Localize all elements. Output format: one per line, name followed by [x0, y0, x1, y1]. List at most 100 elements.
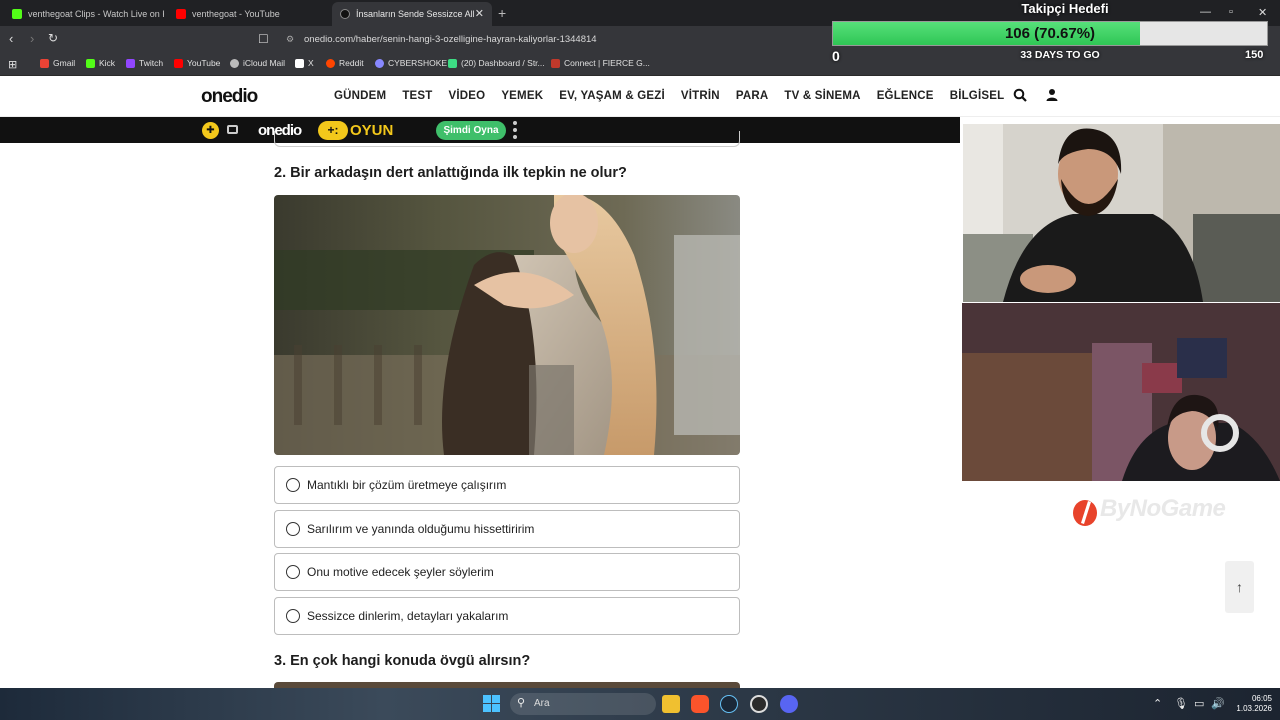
menu-item-para[interactable]: PARA [736, 90, 769, 102]
hugging-friends-photo [274, 195, 740, 455]
menu-item-test[interactable]: TEST [402, 90, 432, 102]
show-hidden-icons[interactable]: ⌃ [1153, 697, 1162, 710]
bookmark-gmail[interactable]: Gmail [40, 58, 75, 68]
console-icon [227, 125, 238, 134]
apps-grid-icon[interactable]: ⊞ [8, 58, 17, 71]
search-icon: ⚲ [517, 697, 526, 709]
previous-option-box[interactable] [274, 131, 740, 147]
menu-item-eglence[interactable]: EĞLENCE [877, 90, 934, 102]
bookmark-label: CYBERSHOKE [388, 58, 448, 68]
discord-icon[interactable] [780, 695, 798, 713]
menu-item-gundem[interactable]: GÜNDEM [334, 90, 386, 102]
new-tab-button[interactable]: + [498, 5, 506, 21]
kick-icon [12, 9, 22, 19]
guest-webcam-image [962, 303, 1280, 481]
brave-browser-icon[interactable] [691, 695, 709, 713]
back-icon[interactable]: ‹ [9, 31, 13, 46]
steam-icon[interactable] [720, 695, 738, 713]
question-2-image [274, 195, 740, 455]
microphone-icon[interactable]: 🎙 [1174, 697, 1188, 710]
url-input[interactable]: ⚙ onedio.com/haber/senin-hangi-3-ozellig… [280, 30, 825, 49]
goal-value: 106 (70.67%) [1004, 25, 1096, 42]
question-2-title: 2. Bir arkadaşın dert anlattığında ilk t… [274, 165, 627, 181]
tab-youtube[interactable]: venthegoat - YouTube [168, 2, 328, 26]
answer-option-4[interactable]: Sessizce dinlerim, detayları yakalarım [274, 597, 740, 635]
answer-option-3[interactable]: Onu motive edecek şeyler söylerim [274, 553, 740, 591]
bookmark-kick[interactable]: Kick [86, 58, 115, 68]
bynogame-watermark: ByNoGame [1100, 495, 1226, 522]
menu-item-yemek[interactable]: YEMEK [501, 90, 543, 102]
question-3-title: 3. En çok hangi konuda övgü alırsın? [274, 653, 531, 669]
bookmark-label: Twitch [139, 58, 164, 68]
menu-item-tv-sinema[interactable]: TV & SİNEMA [784, 90, 860, 102]
bookmark-x[interactable]: X [295, 58, 314, 68]
volume-icon[interactable]: 🔊 [1211, 697, 1225, 710]
menu-item-ev-yasam[interactable]: EV, YAŞAM & GEZİ [559, 90, 665, 102]
bookmark-reddit[interactable]: Reddit [326, 58, 364, 68]
gmail-icon [40, 58, 49, 68]
cybershoke-icon [375, 58, 384, 68]
bookmark-icloud[interactable]: iCloud Mail [230, 58, 285, 68]
main-menu: GÜNDEM TEST VİDEO YEMEK EV, YAŞAM & GEZİ… [334, 90, 1004, 102]
network-icon[interactable]: ▭ [1194, 697, 1204, 710]
menu-item-vitrin[interactable]: VİTRİN [681, 90, 720, 102]
radio-button[interactable] [286, 478, 300, 492]
tab-onedio[interactable]: İnsanların Sende Sessizce Alkışla ✕ [332, 2, 492, 26]
menu-item-video[interactable]: VİDEO [449, 90, 486, 102]
menu-item-bilgisel[interactable]: BİLGİSEL [950, 90, 1005, 102]
webcam-feed-2 [962, 303, 1280, 481]
answer-option-1[interactable]: Mantıklı bir çözüm üretmeye çalışırım [274, 466, 740, 504]
scroll-to-top-button[interactable]: ↑ [1225, 561, 1254, 613]
bookmark-youtube[interactable]: YouTube [174, 58, 220, 68]
tab-title: İnsanların Sende Sessizce Alkışla [356, 9, 474, 19]
onedio-logo[interactable]: onedio [201, 86, 258, 108]
answer-option-2[interactable]: Sarılırım ve yanında olduğumu hissettiri… [274, 510, 740, 548]
user-icon[interactable] [1045, 88, 1059, 102]
dashboard-icon [448, 58, 457, 68]
bookmark-dashboard[interactable]: (20) Dashboard / Str... [448, 58, 545, 68]
bookmark-label: Connect | FIERCE G... [564, 58, 650, 68]
twitch-icon [126, 58, 135, 68]
maximize-button[interactable]: ▫ [1229, 6, 1233, 18]
radio-button[interactable] [286, 609, 300, 623]
bookmark-twitch[interactable]: Twitch [126, 58, 163, 68]
goal-title: Takipçi Hedefi [1021, 1, 1109, 16]
goal-progress-bar: 106 (70.67%) [832, 21, 1268, 46]
goal-min: 0 [832, 48, 840, 64]
bookmark-cybershoke[interactable]: CYBERSHOKE [375, 58, 447, 68]
site-header: onedio GÜNDEM TEST VİDEO YEMEK EV, YAŞAM… [0, 76, 1280, 117]
kick-icon [86, 58, 95, 68]
system-clock[interactable]: 06:05 1.03.2026 [1232, 694, 1272, 714]
tab-title: venthegoat - YouTube [192, 9, 280, 19]
radio-button[interactable] [286, 522, 300, 536]
fierce-icon [551, 58, 560, 68]
obs-icon[interactable] [750, 695, 768, 713]
answer-label: Sarılırım ve yanında olduğumu hissettiri… [307, 522, 535, 536]
forward-icon[interactable]: › [30, 31, 34, 46]
search-icon[interactable] [1013, 88, 1027, 102]
bookmark-star-icon[interactable]: ☐ [258, 32, 269, 46]
windows-start-icon[interactable] [483, 695, 500, 712]
file-explorer-icon[interactable] [662, 695, 680, 713]
answer-label: Mantıklı bir çözüm üretmeye çalışırım [307, 478, 507, 492]
bookmark-fierce[interactable]: Connect | FIERCE G... [551, 58, 650, 68]
reload-icon[interactable]: ↻ [48, 31, 58, 45]
windows-taskbar: ⚲ Ara ⌃ 🎙 ▭ 🔊 06:05 1.03.2026 [0, 688, 1280, 720]
tab-title: venthegoat Clips - Watch Live on Kick [28, 9, 164, 19]
answer-label: Sessizce dinlerim, detayları yakalarım [307, 609, 509, 623]
minimize-button[interactable]: — [1200, 6, 1211, 18]
bookmark-label: iCloud Mail [243, 58, 286, 68]
close-window-button[interactable]: ✕ [1258, 6, 1267, 19]
tab-kick-clips[interactable]: venthegoat Clips - Watch Live on Kick [4, 2, 164, 26]
streamer-webcam-image [963, 124, 1280, 302]
answer-label: Onu motive edecek şeyler söylerim [307, 565, 494, 579]
taskbar-search-box[interactable]: ⚲ Ara [510, 693, 656, 715]
close-tab-icon[interactable]: ✕ [475, 7, 484, 20]
site-info-icon[interactable]: ⚙ [286, 30, 294, 49]
gamepad-icon: ✚ [202, 122, 219, 139]
bookmark-label: Gmail [53, 58, 76, 68]
search-placeholder: Ara [534, 698, 550, 709]
url-text: onedio.com/haber/senin-hangi-3-ozelligin… [304, 34, 597, 45]
radio-button[interactable] [286, 565, 300, 579]
bookmark-label: X [308, 58, 314, 68]
